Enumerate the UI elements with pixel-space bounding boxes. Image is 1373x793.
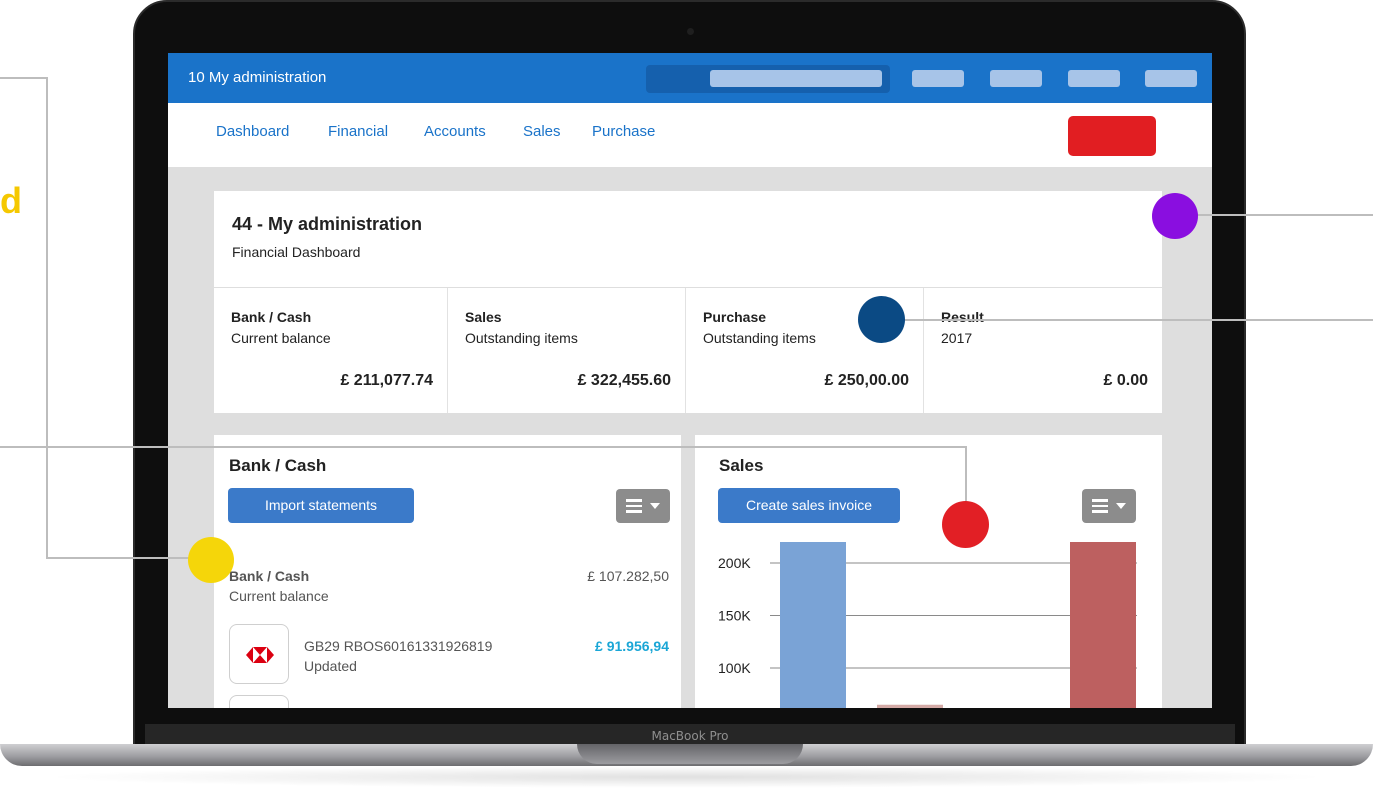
app-title[interactable]: 10 My administration [188, 69, 326, 86]
account-status: Updated [304, 658, 357, 674]
kpi-value: £ 322,455.60 [577, 372, 671, 389]
bank-summary-sublabel: Current balance [229, 588, 329, 604]
chart-ytick-label: 100K [718, 660, 751, 676]
kpi-bank-cash[interactable]: Bank / Cash Current balance £ 211,077.74 [214, 288, 448, 413]
nav-purchase[interactable]: Purchase [592, 123, 655, 140]
top-bar: 10 My administration [168, 53, 1212, 103]
hamburger-icon [626, 499, 642, 513]
kpi-title: Sales [465, 309, 502, 325]
callout-line [46, 77, 48, 559]
kpi-title: Bank / Cash [231, 309, 312, 325]
kpi-result[interactable]: Result 2017 £ 0.00 [924, 288, 1162, 413]
toolbar-button-3[interactable] [1068, 70, 1120, 87]
callout-line [882, 319, 1373, 321]
callout-dot-red [942, 501, 989, 548]
chart-ytick-label: 150K [718, 608, 751, 624]
kpi-sales[interactable]: Sales Outstanding items £ 322,455.60 [448, 288, 686, 413]
kpi-row: Bank / Cash Current balance £ 211,077.74… [214, 288, 1162, 413]
account-balance: £ 91.956,94 [595, 638, 669, 654]
callout-dot-purple [1152, 193, 1198, 239]
page-subtitle: Financial Dashboard [232, 244, 361, 260]
nav-sales[interactable]: Sales [523, 123, 561, 140]
bank-cash-card: Bank / Cash Import statements Bank / Cas… [214, 435, 681, 708]
primary-action-button[interactable] [1068, 116, 1156, 156]
kpi-value: £ 250,00.00 [824, 372, 909, 389]
kpi-subtitle: Current balance [231, 330, 331, 346]
callout-dot-yellow [188, 537, 234, 583]
chart-bar[interactable] [1070, 542, 1136, 708]
nav-accounts[interactable]: Accounts [424, 123, 486, 140]
kpi-title: Purchase [703, 309, 767, 325]
kpi-subtitle: Outstanding items [465, 330, 578, 346]
chart-bar[interactable] [780, 542, 846, 708]
kpi-value: £ 0.00 [1103, 372, 1148, 389]
toolbar-button-2[interactable] [990, 70, 1042, 87]
hsbc-hexagon-icon [246, 647, 274, 663]
nav-dashboard[interactable]: Dashboard [216, 123, 289, 140]
nav-financial[interactable]: Financial [328, 123, 388, 140]
kpi-subtitle: Outstanding items [703, 330, 816, 346]
bank-account-logo-2 [229, 695, 289, 708]
kpi-value: £ 211,077.74 [340, 372, 433, 389]
laptop-brand-label: MacBook Pro [651, 729, 729, 743]
camera-icon [687, 28, 694, 35]
search-placeholder-bar [710, 70, 882, 87]
callout-line [0, 77, 47, 79]
bank-summary-label: Bank / Cash [229, 568, 310, 584]
cropped-heading-letter: d [0, 180, 22, 221]
main-nav: Dashboard Financial Accounts Sales Purch… [168, 103, 1212, 167]
callout-line [0, 446, 967, 448]
bank-menu-button[interactable] [616, 489, 670, 523]
bank-account-logo [229, 624, 289, 684]
sales-card: Sales Create sales invoice 200K150K100K5… [695, 435, 1162, 708]
bank-card-title: Bank / Cash [229, 456, 327, 475]
search-input[interactable] [646, 65, 890, 93]
bank-summary-value: £ 107.282,50 [587, 568, 669, 584]
page-title: 44 - My administration [232, 214, 423, 234]
sales-bar-chart: 200K150K100K50K [718, 542, 1137, 708]
callout-line [1176, 214, 1373, 216]
toolbar-button-4[interactable] [1145, 70, 1197, 87]
kpi-subtitle: 2017 [941, 330, 973, 346]
dashboard-header: 44 - My administration Financial Dashboa… [214, 191, 1162, 287]
caret-down-icon [650, 503, 660, 509]
laptop-notch [577, 744, 803, 764]
marketing-stage: d MacBook Pro 10 My administration Dashb… [0, 0, 1373, 793]
callout-dot-navy [858, 296, 905, 343]
kpi-title: Result [941, 309, 984, 325]
app-screen: 10 My administration Dashboard Financial… [168, 53, 1212, 708]
toolbar-button-1[interactable] [912, 70, 964, 87]
import-statements-button[interactable]: Import statements [228, 488, 414, 523]
laptop-shadow [40, 766, 1333, 788]
chart-bar[interactable] [877, 704, 943, 708]
chart-ytick-label: 200K [718, 555, 751, 571]
account-number[interactable]: GB29 RBOS60161331926819 [304, 638, 492, 654]
